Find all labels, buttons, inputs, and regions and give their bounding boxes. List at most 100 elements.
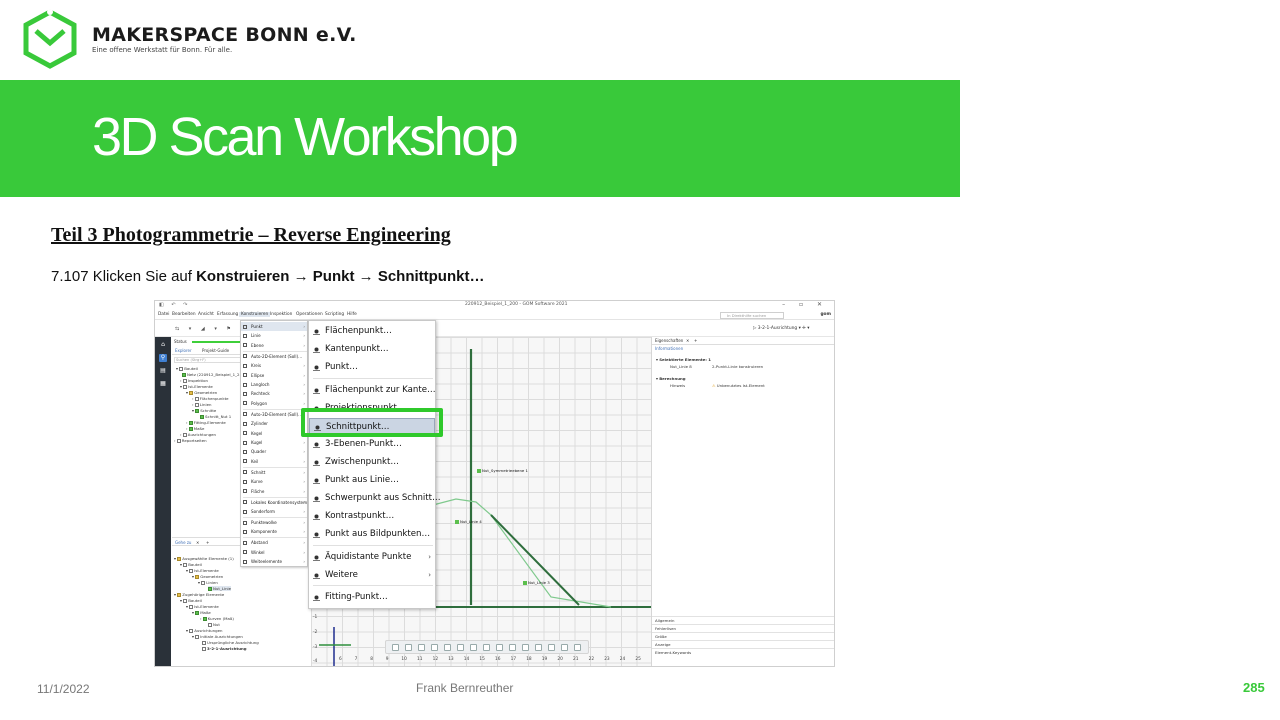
konstruieren-menu-item[interactable]: Quader › xyxy=(241,447,307,456)
tree-item[interactable]: › Linien xyxy=(192,402,211,407)
menu-erfassung[interactable]: Erfassung xyxy=(217,312,238,317)
section-element-keywords[interactable]: Element-Keywords xyxy=(652,648,834,656)
punkt-menu-item[interactable]: Fitting-Punkt… xyxy=(309,589,435,606)
konstruieren-menu-item[interactable]: Fläche › xyxy=(241,487,307,496)
tree-item[interactable]: › Maße xyxy=(186,426,204,431)
window-controls[interactable]: – ▫ ✕ xyxy=(782,301,828,308)
tab-gehe-zu[interactable]: Gehe zu xyxy=(175,540,191,545)
tree-item[interactable]: Netz (220912_Beispiel_1_2… xyxy=(182,372,243,377)
grid-icon[interactable]: ▦ xyxy=(159,380,167,388)
view-icon[interactable] xyxy=(418,644,425,651)
alignment-selector[interactable]: ▷ 3-2-1-Ausrichtung ▾ ✛ ▾ xyxy=(753,326,809,331)
konstruieren-menu-item[interactable]: Sonderform › xyxy=(241,507,307,516)
punkt-menu-item[interactable]: Kontrastpunkt… xyxy=(309,508,435,525)
menu-bearbeiten[interactable]: Bearbeiten xyxy=(172,312,196,317)
document-icon[interactable]: ▤ xyxy=(159,367,167,375)
view-icon[interactable] xyxy=(522,644,529,651)
menu-operationen[interactable]: Operationen xyxy=(296,312,323,317)
konstruieren-menu-item[interactable]: Kurve › xyxy=(241,477,307,486)
konstruieren-menu-item[interactable]: Auto-2D-Element (Soll)… xyxy=(241,352,307,361)
tree-item[interactable]: › Fitting-Elemente xyxy=(186,420,226,425)
tree-item[interactable]: ▾ Ist-Elemente xyxy=(180,384,213,389)
konstruieren-menu-item[interactable]: Punktewolke › xyxy=(241,518,307,527)
view-icon[interactable] xyxy=(561,644,568,651)
punkt-menu-item[interactable]: Schwerpunkt aus Schnitt… xyxy=(309,490,441,507)
tree-item[interactable]: ▾ Ausgewählte Elemente (1) xyxy=(174,556,234,561)
punkt-menu-item[interactable]: Flächenpunkt zur Kante… xyxy=(309,382,436,399)
view-icon[interactable] xyxy=(548,644,555,651)
tree-item[interactable]: ▾ Geometrien xyxy=(192,574,223,579)
tree-item[interactable]: ▾ Linien xyxy=(198,580,218,585)
label-nut-symmetrieebene[interactable]: Nut_Symmetrieebene 1 xyxy=(477,468,528,473)
menu-scripting[interactable]: Scripting xyxy=(325,312,344,317)
konstruieren-menu-item[interactable]: Keil › xyxy=(241,457,307,466)
label-nut-linie-4[interactable]: Nut_Linie 4 xyxy=(455,519,482,524)
konstruieren-menu-item[interactable]: Rechteck › xyxy=(241,389,307,398)
tree-item[interactable]: ▾ Bauteil xyxy=(180,598,202,603)
tree-item[interactable]: ▾ Zugehörige Elemente xyxy=(174,592,224,597)
tree-item[interactable]: ▾ Geometrien xyxy=(186,390,217,395)
section-anzeige[interactable]: Anzeige xyxy=(652,640,834,648)
punkt-menu-item[interactable]: Weitere › xyxy=(309,567,435,584)
konstruieren-menu-item[interactable]: Polygon › xyxy=(241,399,307,408)
tree-item[interactable]: ▾ Ist-Elemente xyxy=(186,604,219,609)
explorer-search-input[interactable]: Suchen (Strg+F) xyxy=(174,357,244,363)
konstruieren-menu-item[interactable]: Auto-3D-Element (Soll)… xyxy=(241,410,307,419)
tree-item[interactable]: ▾ Maße xyxy=(192,610,211,615)
section-fehlerlisten[interactable]: Fehlerlisen xyxy=(652,624,834,632)
add-tab-icon[interactable]: + xyxy=(694,338,697,343)
menu-ansicht[interactable]: Ansicht xyxy=(198,312,214,317)
konstruieren-menu-item[interactable]: Komponente › xyxy=(241,527,307,536)
menu-hilfe[interactable]: Hilfe xyxy=(347,312,357,317)
punkt-menu-item[interactable]: Punkt aus Bildpunkten… xyxy=(309,526,435,543)
home-icon[interactable]: ⌂ xyxy=(159,341,167,349)
view-icon[interactable] xyxy=(470,644,477,651)
konstruieren-menu-item[interactable]: Abstand › xyxy=(241,538,307,547)
konstruieren-menu-item[interactable]: Zylinder › xyxy=(241,419,307,428)
tree-item[interactable]: ▾ Schnitte xyxy=(192,408,216,413)
help-search-input[interactable]: In Direkthilfe suchen xyxy=(720,312,784,319)
tree-item[interactable]: Nut xyxy=(208,622,220,627)
view-icon[interactable] xyxy=(405,644,412,651)
tab-projekt-guide[interactable]: Projekt-Guide xyxy=(202,348,229,353)
tree-item[interactable]: ▾ Ist-Elemente xyxy=(186,568,219,573)
konstruieren-menu-item[interactable]: Winkel › xyxy=(241,548,307,557)
section-allgemein[interactable]: Allgemein xyxy=(652,616,834,624)
view-icon[interactable] xyxy=(457,644,464,651)
tree-item[interactable]: › Kurven (Maß) xyxy=(200,616,234,621)
view-icon[interactable] xyxy=(431,644,438,651)
tree-item[interactable]: Nut_Linie xyxy=(208,586,232,591)
tab-eigenschaften[interactable]: Eigenschaften xyxy=(655,338,683,343)
tree-item[interactable]: › Ausrichtungen xyxy=(180,432,216,437)
punkt-menu-item[interactable]: Flächenpunkt… xyxy=(309,323,435,340)
tree-item[interactable]: 3-2-1-Ausrichtung xyxy=(202,646,247,651)
punkt-menu-item[interactable]: Punkt… xyxy=(309,359,435,376)
view-icon[interactable] xyxy=(574,644,581,651)
konstruieren-menu-item[interactable]: Kugel › xyxy=(241,438,307,447)
tree-item[interactable]: ▾ Initiale Ausrichtungen xyxy=(192,634,243,639)
punkt-menu-item[interactable]: Punkt aus Linie… xyxy=(309,472,435,489)
tree-item[interactable]: › Inspektion xyxy=(180,378,208,383)
punkt-menu-item[interactable]: Äquidistante Punkte › xyxy=(309,549,435,566)
tree-item[interactable]: ▾ Ausrichtungen xyxy=(186,628,222,633)
konstruieren-menu-item[interactable]: Weiteelemente › xyxy=(241,557,307,566)
tab-explorer[interactable]: Explorer xyxy=(175,348,192,353)
menu-datei[interactable]: Datei xyxy=(158,312,169,317)
konstruieren-menu-item[interactable]: Lokales Koordinatensystem › xyxy=(241,498,307,507)
label-nut-linie-3[interactable]: Nut_Linie 3 xyxy=(523,580,550,585)
tree-item[interactable]: › Flächenpunkte xyxy=(192,396,229,401)
search-icon[interactable]: ⚲ xyxy=(159,354,167,362)
konstruieren-menu-item[interactable]: Kreis › xyxy=(241,361,307,370)
view-icon[interactable] xyxy=(444,644,451,651)
tree-item[interactable]: › Reportseiten xyxy=(174,438,207,443)
menu-inspektion[interactable]: Inspektion xyxy=(270,312,292,317)
konstruieren-menu-item[interactable]: Ellipse › xyxy=(241,371,307,380)
close-icon[interactable]: ✕ xyxy=(196,540,199,545)
close-icon[interactable]: ✕ xyxy=(686,338,689,343)
konstruieren-menu-item[interactable]: Linie › xyxy=(241,331,307,340)
view-icon[interactable] xyxy=(496,644,503,651)
tree-item[interactable]: Schnitt_Nut 1 xyxy=(200,414,231,419)
menu-konstruieren[interactable]: Konstruieren xyxy=(239,312,271,317)
konstruieren-menu-item[interactable]: Langloch › xyxy=(241,380,307,389)
konstruieren-menu-item[interactable]: Schnitt › xyxy=(241,468,307,477)
